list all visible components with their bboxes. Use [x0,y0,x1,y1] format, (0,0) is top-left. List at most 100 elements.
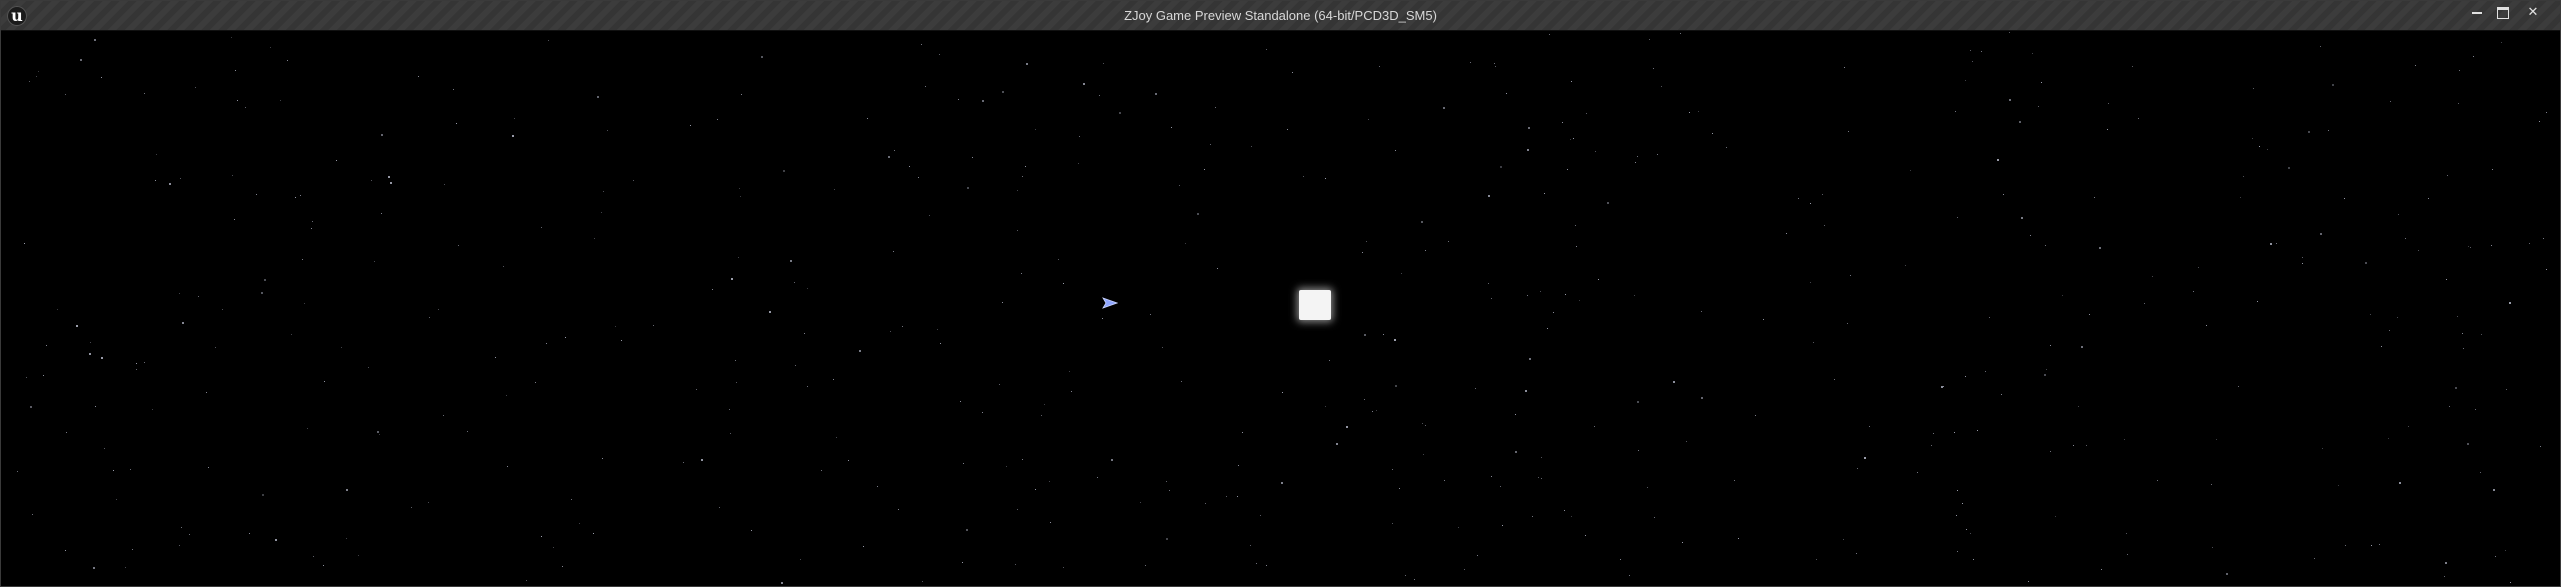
star [2444,576,2445,577]
star [2193,291,2194,292]
star [198,296,199,297]
star [1477,555,1478,556]
star [859,350,861,352]
star [1843,539,1844,540]
star [1698,111,1699,112]
star [2212,547,2213,548]
star [2240,197,2241,198]
star [1166,481,1167,482]
star [783,170,785,172]
star [2041,82,2042,83]
star [1905,265,1906,266]
close-button[interactable]: ✕ [2521,5,2545,21]
star [458,245,459,246]
star [1607,202,1609,204]
star [2046,369,2047,370]
star [2447,175,2448,176]
star [2038,106,2039,107]
maximize-button[interactable] [2491,5,2515,21]
star [390,182,392,184]
star [2546,269,2547,270]
star [180,178,181,179]
star [902,326,903,327]
star [1179,185,1180,186]
star [1325,406,1326,407]
star [46,345,47,346]
star [1325,178,1326,179]
game-viewport[interactable] [2,31,2560,586]
star [1260,515,1261,516]
star [2050,451,2051,452]
star [1251,146,1252,147]
star [653,325,654,326]
star [132,549,133,550]
star [1565,294,1566,295]
star [2338,485,2339,486]
star [1734,480,1735,481]
star [1017,230,1018,231]
star [304,303,305,304]
star [546,343,547,344]
star [1423,454,1424,455]
star [1102,318,1103,319]
star [179,545,180,546]
star [1448,241,1449,242]
star [1500,166,1502,168]
star [181,527,182,528]
star [90,342,91,343]
star [1495,66,1496,67]
star [2124,439,2125,440]
star [597,96,599,98]
star [579,523,580,524]
star [512,135,514,137]
star [2371,545,2372,546]
star [1813,342,1814,343]
star [565,337,566,338]
star [1653,68,1654,69]
star [1657,154,1658,155]
star [1405,575,1406,576]
star [937,329,938,330]
star [2328,130,2329,131]
star [182,322,184,324]
star [280,100,281,101]
star [89,353,91,355]
star [553,547,554,548]
star [1541,478,1542,479]
minimize-icon [2472,11,2482,14]
star [1329,360,1330,361]
star [2501,42,2502,43]
star [215,347,216,348]
star [548,40,549,41]
star [1527,295,1528,296]
star [1738,538,1739,539]
star [683,462,684,463]
star [751,530,752,531]
star [1464,569,1465,570]
title-bar[interactable]: u ZJoy Game Preview Standalone (64-bit/P… [1,1,2560,31]
star [781,582,783,584]
star [2546,112,2547,113]
star [1810,203,1811,204]
star [2379,544,2380,545]
star [2509,302,2511,304]
star [1506,93,1507,94]
star [701,459,703,461]
star [1594,426,1595,427]
star [1654,517,1655,518]
star [2144,303,2145,304]
star [507,466,508,467]
star [1050,522,1051,523]
star [2399,482,2401,484]
star [1997,159,1999,161]
window-title: ZJoy Game Preview Standalone (64-bit/PCD… [1124,8,1437,23]
star [1620,559,1621,560]
star [189,534,190,535]
star [2101,569,2102,570]
star [2314,558,2315,559]
star [1571,81,1572,82]
star [603,191,604,192]
star [1166,538,1168,540]
minimize-button[interactable] [2465,5,2489,21]
star [2473,56,2474,57]
